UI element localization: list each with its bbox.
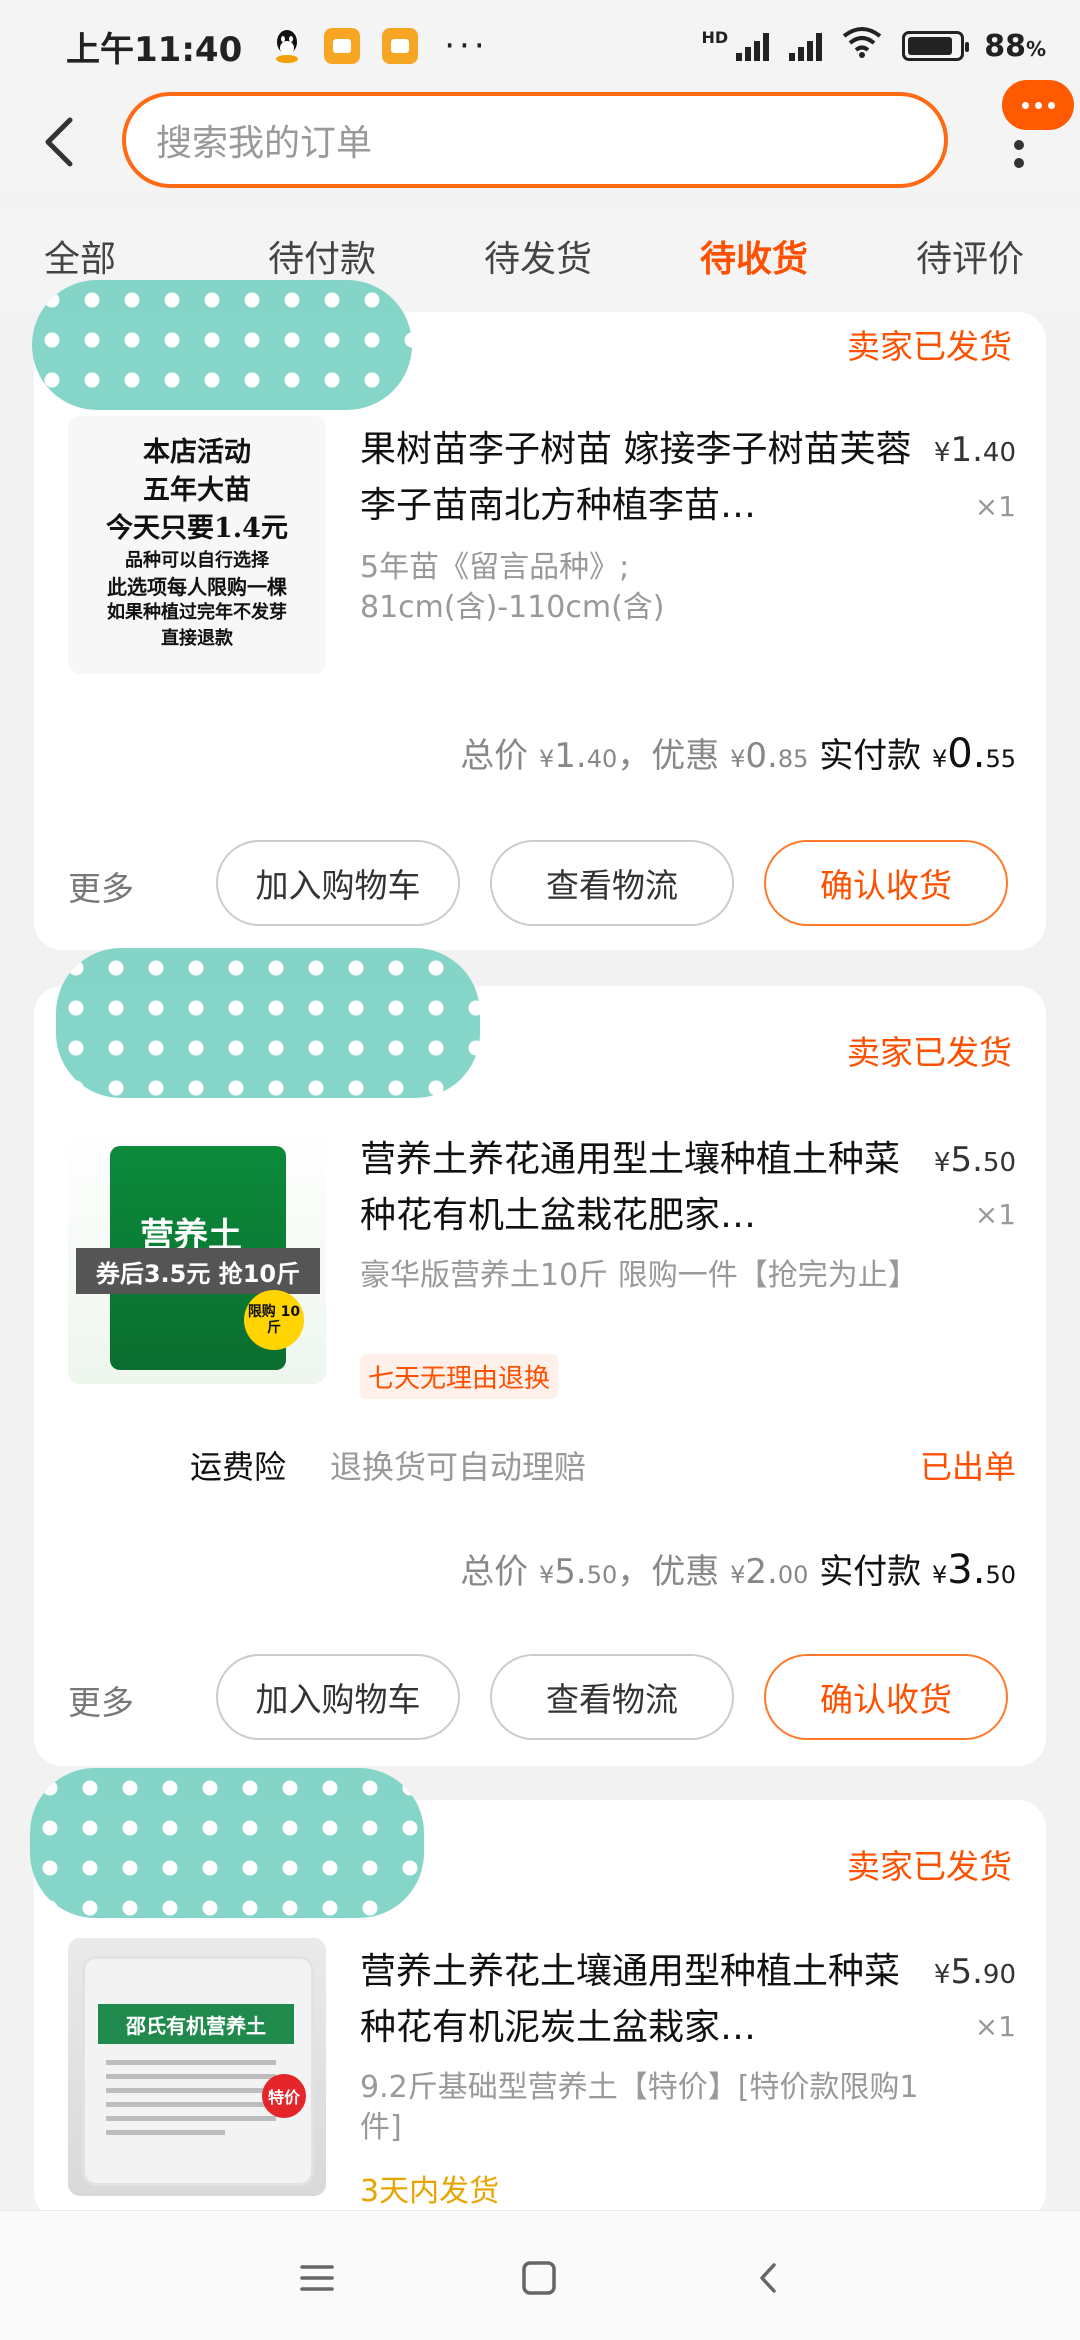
product-thumbnail[interactable]: 本店活动 五年大苗 今天只要1.4元 品种可以自行选择 此选项每人限购一棵 如果… [68,416,326,674]
thumb-badge: 特价 [262,2074,306,2118]
thumb-text: 此选项每人限购一棵 [107,575,287,599]
thumb-brand: 邵氏有机营养土 [98,2004,294,2044]
order-status: 卖家已发货 [847,1033,1012,1072]
battery-level: 88% [984,28,1046,64]
product-price: ¥5.50 [933,1140,1016,1180]
message-app-icon-2 [382,28,419,64]
thumb-text: 品种可以自行选择 [125,550,269,571]
tab-pending-receipt[interactable]: 待收货 [700,230,808,282]
menu-dot-icon [1014,140,1024,150]
thumb-text: 今天只要1.4元 [106,513,288,544]
shipping-insurance-desc: 退换货可自动理赔 [330,1448,587,1486]
back-arrow-icon [45,117,73,167]
product-quantity: ×1 [974,490,1016,523]
product-title[interactable]: 果树苗李子树苗 嫁接李子树苗芙蓉李子苗南北方种植李苗… [360,422,920,534]
product-price: ¥1.40 [933,430,1016,470]
view-logistics-button[interactable]: 查看物流 [490,1654,734,1740]
tab-pending-shipment[interactable]: 待发货 [484,230,592,282]
more-button[interactable]: 更多 [68,1676,134,1724]
product-thumbnail[interactable]: 营养土 券后3.5元 抢10斤 限购 10斤 [68,1126,326,1384]
battery-icon [902,31,970,61]
shop-name-redacted[interactable] [32,280,412,410]
order-card: 卖家已发货 本店活动 五年大苗 今天只要1.4元 品种可以自行选择 此选项每人限… [32,280,1046,950]
back-icon [760,2263,776,2293]
system-nav-bar [0,2210,1080,2340]
delivery-tag: 3天内发货 [360,2174,500,2209]
order-status: 卖家已发货 [847,327,1012,366]
tab-all[interactable]: 全部 [44,230,116,282]
shop-name-redacted[interactable] [30,1768,424,1918]
signal-icon-2 [789,31,823,61]
thumb-badge: 限购 10斤 [244,1290,304,1350]
product-spec: 9.2斤基础型营养土【特价】[特价款限购1件] [360,2070,919,2145]
menu-icon [300,2265,334,2291]
product-spec: 豪华版营养土10斤 限购一件【抢完为止】 [360,1258,918,1293]
confirm-receipt-button[interactable]: 确认收货 [764,840,1008,926]
wifi-icon [842,26,882,66]
header: 搜索我的订单 [0,80,1080,192]
order-card: 卖家已发货 邵氏有机营养土 特价 营养土养花土壤通用型种植土种菜种花有机泥炭土盆… [30,1768,1046,2220]
qq-icon [272,28,302,64]
system-back-button[interactable] [744,2253,794,2303]
back-button[interactable] [30,110,90,174]
product-quantity: ×1 [974,1198,1016,1231]
thumb-text: 五年大苗 [143,475,251,506]
shop-name-redacted[interactable] [56,948,480,1098]
add-to-cart-button[interactable]: 加入购物车 [216,1654,460,1740]
order-totals: 总价 ¥1.40，优惠 ¥0.85 实付款 ¥0.55 [460,731,1016,777]
tab-pending-review[interactable]: 待评价 [916,230,1024,282]
product-title[interactable]: 营养土养花通用型土壤种植土种菜种花有机土盆栽花肥家… [360,1132,920,1244]
thumb-text: 直接退款 [161,628,233,649]
order-card: 卖家已发货 营养土 券后3.5元 抢10斤 限购 10斤 营养土养花通用型土壤种… [34,948,1046,1766]
home-button[interactable] [514,2253,564,2303]
tab-pending-payment[interactable]: 待付款 [268,230,376,282]
thumb-coupon: 券后3.5元 抢10斤 [76,1248,320,1294]
product-price: ¥5.90 [933,1952,1016,1992]
confirm-receipt-button[interactable]: 确认收货 [764,1654,1008,1740]
product-bag-image: 邵氏有机营养土 [82,1956,314,2186]
thumb-text: 如果种植过完年不发芽 [107,602,287,623]
status-time: 上午11:40 [66,29,243,70]
more-button[interactable]: 更多 [68,862,134,910]
menu-dot-icon [1014,158,1024,168]
add-to-cart-button[interactable]: 加入购物车 [216,840,460,926]
return-policy-tag: 七天无理由退换 [360,1354,559,1399]
shipping-insurance-status: 已出单 [919,1448,1016,1486]
home-icon [522,2261,556,2295]
product-spec: 5年苗《留言品种》; 81cm(含)-110cm(含) [360,550,665,625]
hd-label: HD [701,27,729,47]
menu-button[interactable] [292,2253,342,2303]
order-totals: 总价 ¥5.50，优惠 ¥2.00 实付款 ¥3.50 [460,1547,1016,1593]
order-status: 卖家已发货 [847,1847,1012,1886]
product-thumbnail[interactable]: 邵氏有机营养土 特价 [68,1938,326,2196]
search-placeholder: 搜索我的订单 [156,123,373,164]
signal-icon [736,31,770,61]
message-bubble-icon[interactable] [1002,80,1074,130]
message-app-icon [324,28,361,64]
product-title[interactable]: 营养土养花土壤通用型种植土种菜种花有机泥炭土盆栽家… [360,1944,920,2056]
thumb-text: 本店活动 [143,437,251,468]
status-bar: 上午11:40 ··· HD 88% [0,0,1080,92]
view-logistics-button[interactable]: 查看物流 [490,840,734,926]
more-notifications-icon: ··· [444,26,489,66]
product-quantity: ×1 [974,2010,1016,2043]
shipping-insurance-label: 运费险 [190,1448,287,1486]
search-input[interactable]: 搜索我的订单 [122,92,948,188]
